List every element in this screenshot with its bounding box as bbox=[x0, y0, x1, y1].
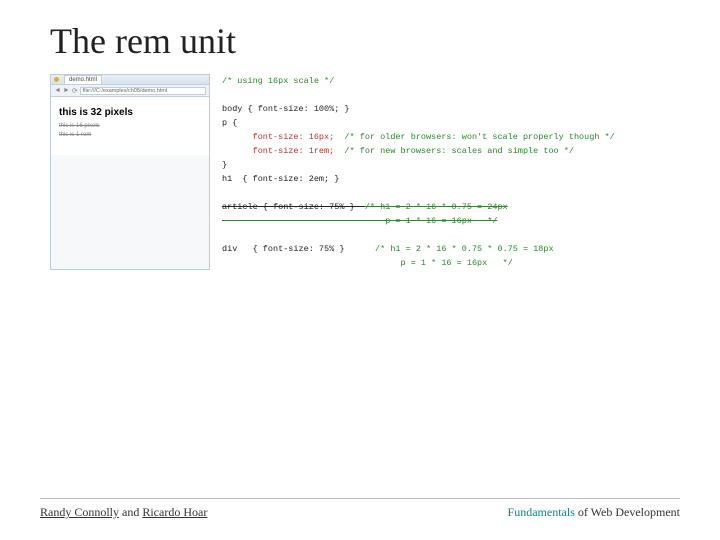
slide: The rem unit demo.html ◄ ► ⟳ file:///C:/… bbox=[0, 0, 720, 540]
preview-line-1: this is 16 pixels bbox=[59, 123, 201, 129]
footer-authors: Randy Connolly and Ricardo Hoar bbox=[40, 505, 207, 520]
code-line: body { font-size: 100%; } bbox=[222, 104, 350, 114]
code-comment-strike: p = 1 * 16 = 16px */ bbox=[222, 216, 497, 226]
slide-content: demo.html ◄ ► ⟳ file:///C:/examples/ch05… bbox=[50, 74, 680, 270]
code-comment: /* for new browsers: scales and simple t… bbox=[334, 146, 574, 156]
code-line-red: font-size: 1rem; bbox=[222, 146, 334, 156]
browser-tab: demo.html bbox=[64, 75, 102, 84]
code-comment: p = 1 * 16 = 16px */ bbox=[222, 258, 513, 268]
browser-address-bar: ◄ ► ⟳ file:///C:/examples/ch05/demo.html bbox=[51, 85, 209, 97]
browser-titlebar: demo.html bbox=[51, 75, 209, 85]
preview-line-2: this is 1 rem bbox=[59, 132, 201, 138]
code-line: p { bbox=[222, 118, 237, 128]
nav-fwd-icon: ► bbox=[63, 87, 70, 94]
nav-reload-icon: ⟳ bbox=[72, 87, 78, 95]
preview-heading: this is 32 pixels bbox=[59, 107, 201, 118]
book-title-b: of Web Development bbox=[575, 505, 680, 519]
book-title-a: Fundamentals bbox=[508, 505, 575, 519]
browser-preview: demo.html ◄ ► ⟳ file:///C:/examples/ch05… bbox=[50, 74, 210, 270]
author-2: Ricardo Hoar bbox=[142, 505, 207, 519]
code-comment: /* h1 = 2 * 16 * 0.75 * 0.75 = 18px bbox=[344, 244, 553, 254]
code-comment-strike: /* h1 = 2 * 16 * 0.75 = 24px bbox=[365, 202, 508, 212]
slide-footer: Randy Connolly and Ricardo Hoar Fundamen… bbox=[40, 498, 680, 520]
code-line-strike: article { font-size: 75% } bbox=[222, 202, 365, 212]
code-line: div { font-size: 75% } bbox=[222, 244, 344, 254]
code-line: } bbox=[222, 160, 227, 170]
code-comment: /* for older browsers: won't scale prope… bbox=[334, 132, 615, 142]
footer-and: and bbox=[119, 505, 142, 519]
code-line-red: font-size: 16px; bbox=[222, 132, 334, 142]
window-icon bbox=[54, 77, 59, 82]
slide-title: The rem unit bbox=[50, 20, 680, 62]
footer-book: Fundamentals of Web Development bbox=[508, 505, 680, 520]
url-field: file:///C:/examples/ch05/demo.html bbox=[80, 87, 206, 95]
browser-body: this is 32 pixels this is 16 pixels this… bbox=[51, 97, 209, 155]
author-1: Randy Connolly bbox=[40, 505, 119, 519]
code-comment: /* using 16px scale */ bbox=[222, 76, 334, 86]
code-line: h1 { font-size: 2em; } bbox=[222, 174, 339, 184]
nav-back-icon: ◄ bbox=[54, 87, 61, 94]
code-block: /* using 16px scale */ body { font-size:… bbox=[222, 74, 615, 270]
